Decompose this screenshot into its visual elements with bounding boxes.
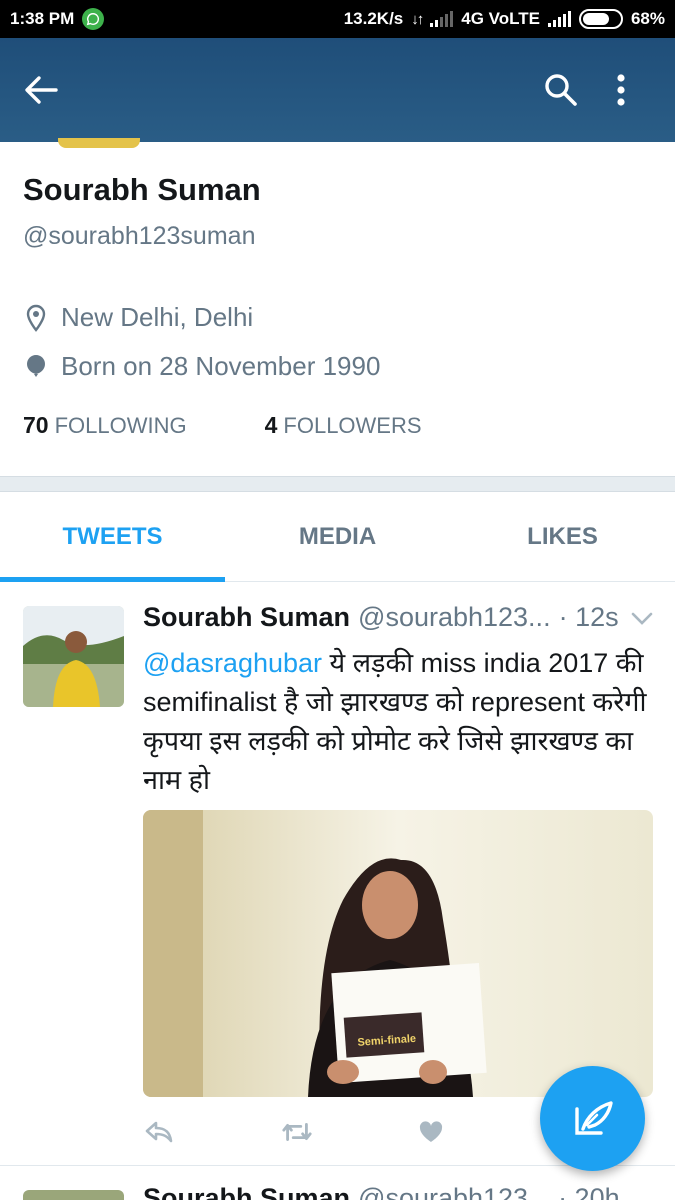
retweet-button[interactable] [281,1116,313,1148]
heart-icon [419,1121,443,1142]
battery-icon [578,9,623,29]
tweet-text: @dasraghubar ये लड़की miss india 2017 की… [143,644,653,800]
location-text: New Delhi, Delhi [61,302,254,332]
battery-level: 68% [630,9,665,28]
following-label: FOLLOWING [54,413,187,438]
retweet-icon [282,1123,312,1141]
followers-count: 4 [264,412,278,438]
signal-icon-2 [547,11,571,27]
next-tweet-author-handle: @sourabh123... · 20h [358,1183,620,1200]
chevron-down-icon [631,612,653,625]
signal-icon [430,11,454,27]
profile-header: Sourabh Suman @sourabh123suman New Delhi… [0,142,675,476]
whatsapp-icon [82,8,105,30]
tweet-header: Sourabh Suman @sourabh123... · 12s [143,602,653,633]
balloon-icon [27,354,45,377]
status-time: 1:38 PM [10,9,75,28]
birthday-text: Born on 28 November 1990 [61,351,381,381]
tab-likes[interactable]: LIKES [450,492,675,581]
arrow-left-icon [25,76,58,104]
following-count: 70 [23,412,49,438]
tweet-actions [143,1116,543,1148]
next-tweet-header[interactable]: Sourabh Suman @sourabh123... · 20h [143,1183,620,1200]
app-bar [0,38,675,142]
more-vertical-icon [617,74,625,106]
followers-label: FOLLOWERS [283,413,422,438]
reply-icon [145,1121,173,1143]
overflow-menu-button[interactable] [591,60,651,120]
tweet-menu-button[interactable] [631,602,653,633]
search-button[interactable] [531,60,591,120]
reply-button[interactable] [143,1116,175,1148]
network-type: 4G VoLTE [461,9,540,28]
tweet-author-name[interactable]: Sourabh Suman [143,602,350,633]
compose-quill-icon [574,1100,613,1135]
compose-tweet-button[interactable] [540,1066,645,1171]
status-bar: 1:38 PM 13.2K/s ↓↑ 4G VoLTE 68% [0,0,675,38]
profile-location: New Delhi, Delhi [23,302,253,333]
next-tweet-author-name: Sourabh Suman [143,1183,351,1200]
like-button[interactable] [415,1116,447,1148]
location-pin-icon [26,304,46,332]
tweet-mention-link[interactable]: @dasraghubar [143,648,322,678]
tweet-author-handle[interactable]: @sourabh123... [358,602,551,633]
follow-counts: 70 FOLLOWING 4 FOLLOWERS [23,412,422,439]
profile-handle: @sourabh123suman [23,222,256,250]
tweet-timestamp: · 12s [558,602,619,632]
profile-tabs: TWEETS MEDIA LIKES [0,492,675,582]
following-link[interactable]: 70 FOLLOWING [23,412,187,439]
profile-birthday: Born on 28 November 1990 [23,351,380,382]
tweet-media-image[interactable]: Semi-finale [143,810,653,1097]
section-divider [0,476,675,492]
search-icon [545,74,577,106]
network-speed: 13.2K/s [343,9,404,28]
next-tweet-avatar[interactable] [23,1190,124,1200]
profile-name: Sourabh Suman [23,172,261,207]
tweet-avatar[interactable] [23,606,124,707]
followers-link[interactable]: 4 FOLLOWERS [265,412,422,439]
back-button[interactable] [24,60,84,120]
data-transfer-icon: ↓↑ [411,10,424,28]
tab-tweets[interactable]: TWEETS [0,492,225,582]
tab-media[interactable]: MEDIA [225,492,450,581]
